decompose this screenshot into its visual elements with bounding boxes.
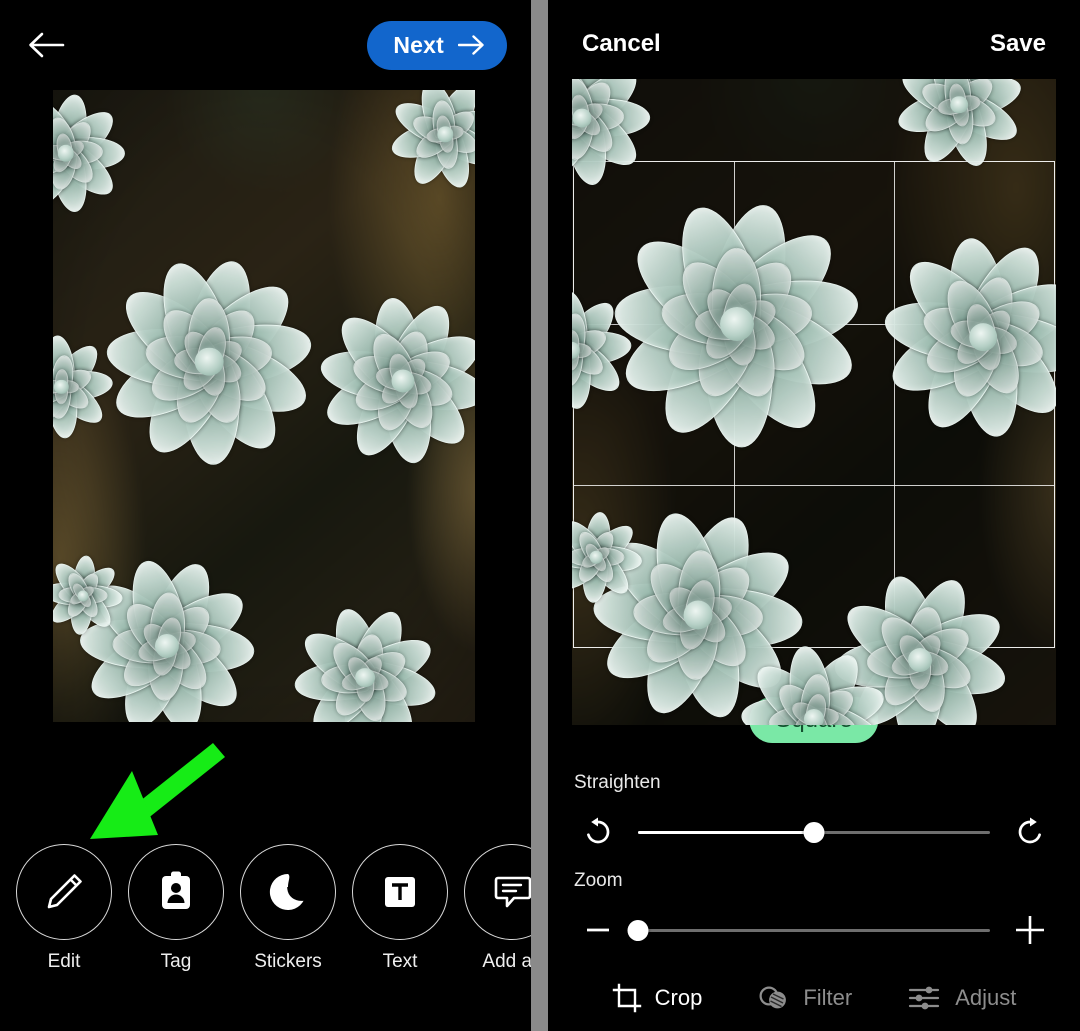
zoom-slider-thumb[interactable] (627, 919, 649, 941)
rotate-left-button[interactable] (572, 810, 624, 854)
text-box-icon (385, 877, 415, 907)
straighten-slider-fill (638, 830, 814, 834)
filter-icon (759, 986, 787, 1009)
tool-add-alt-circle[interactable] (464, 844, 531, 940)
rosette-core (683, 600, 713, 630)
zoom-control-group: Zoom (548, 870, 1080, 952)
rosette-core (589, 550, 603, 564)
pencil-icon (47, 874, 82, 909)
rosette-core (950, 96, 968, 114)
tool-edit-label: Edit (47, 951, 81, 972)
tool-stickers-circle[interactable] (240, 844, 336, 940)
sticker-icon (269, 873, 305, 910)
succulent-photo (53, 90, 475, 722)
straighten-control-group: Straighten (548, 772, 1080, 854)
rosette-core (572, 108, 592, 128)
succulent-photo-crop (572, 79, 1056, 725)
rotate-clockwise-icon (1018, 817, 1041, 844)
rosette-core (969, 323, 998, 352)
next-button-label: Next (393, 31, 444, 58)
tool-edit-circle[interactable] (16, 844, 112, 940)
rosette-core (719, 307, 754, 342)
rosette-core (803, 708, 825, 725)
zoom-label: Zoom (574, 870, 623, 891)
straighten-slider-thumb[interactable] (803, 821, 825, 843)
rosette-core (194, 347, 224, 377)
rosette-core (391, 369, 415, 393)
tool-stickers[interactable]: Stickers (240, 844, 336, 973)
panel-divider (531, 0, 548, 1031)
tool-text[interactable]: Text (352, 844, 448, 973)
back-button[interactable] (24, 23, 68, 67)
arrow-left-icon (29, 32, 65, 58)
straighten-slider[interactable] (638, 815, 990, 849)
tab-adjust-label: Adjust (955, 985, 1017, 1010)
tag-person-icon (162, 871, 190, 909)
annotation-arrow-icon (90, 743, 225, 839)
tool-tag-label: Tag (160, 951, 192, 972)
tool-add-alt[interactable]: Add alt (464, 844, 531, 973)
zoom-slider[interactable] (627, 913, 990, 947)
tab-filter-label: Filter (803, 985, 853, 1010)
cancel-button[interactable]: Cancel (582, 30, 661, 58)
tab-crop[interactable]: Crop (612, 983, 703, 1013)
arrow-right-icon (458, 35, 484, 55)
crop-stage[interactable] (572, 79, 1056, 725)
zoom-slider-track (638, 928, 990, 932)
tool-tag[interactable]: Tag (128, 844, 224, 973)
right-panel-crop-editor: Cancel Save Square Straighten (548, 0, 1080, 1031)
tab-filter[interactable]: Filter (758, 983, 852, 1013)
compose-tool-bar: Edit Tag Stickers Text Add a (16, 844, 531, 973)
plus-icon (1016, 916, 1044, 944)
rotate-counterclockwise-icon (587, 817, 610, 844)
tool-tag-circle[interactable] (128, 844, 224, 940)
editor-screen: Next Edit Tag Stickers Text Add a Cancel… (0, 0, 1080, 1031)
zoom-out-button[interactable] (572, 908, 624, 952)
editor-tab-bar: Crop Filter Adjust (548, 965, 1080, 1031)
alt-text-bubble-icon (494, 876, 531, 908)
rosette-core (355, 667, 376, 688)
tool-text-label: Text (382, 951, 418, 972)
left-panel-compose: Next Edit Tag Stickers Text Add a (0, 0, 531, 1031)
next-button[interactable]: Next (367, 20, 507, 70)
left-top-bar: Next (0, 0, 531, 90)
sliders-icon (909, 986, 940, 1010)
zoom-row (548, 908, 1080, 952)
tool-text-circle[interactable] (352, 844, 448, 940)
save-button[interactable]: Save (990, 30, 1046, 58)
crop-icon (612, 983, 641, 1013)
right-top-bar: Cancel Save (548, 0, 1080, 88)
tab-adjust[interactable]: Adjust (908, 983, 1016, 1013)
rosette-core (908, 648, 933, 673)
straighten-row (548, 810, 1080, 854)
minus-icon (587, 928, 609, 932)
zoom-in-button[interactable] (1004, 908, 1056, 952)
rosette-core (77, 590, 89, 602)
straighten-label: Straighten (574, 772, 661, 793)
rotate-right-button[interactable] (1004, 810, 1056, 854)
tab-crop-label: Crop (654, 985, 703, 1010)
tool-stickers-label: Stickers (254, 951, 322, 972)
photo-preview[interactable] (53, 90, 475, 722)
tool-add-alt-label: Add alt (482, 951, 531, 972)
tool-edit[interactable]: Edit (16, 844, 112, 973)
